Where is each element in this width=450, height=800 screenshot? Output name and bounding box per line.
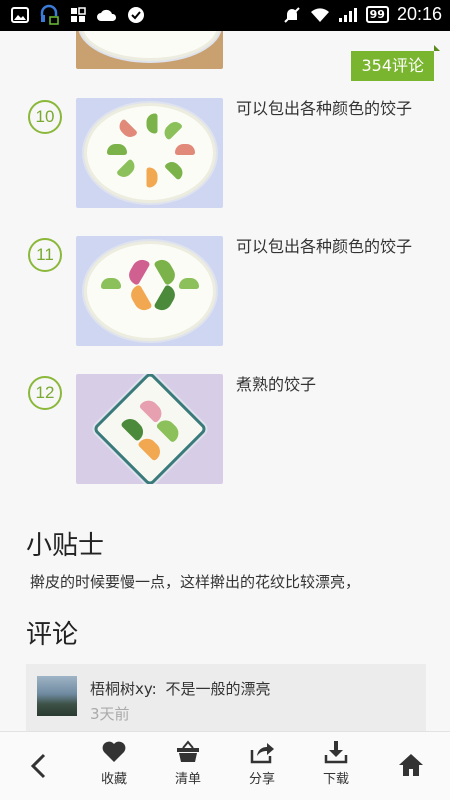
dumpling [155,416,183,444]
step-number: 11 [28,238,62,272]
comment-item[interactable]: 梧桐树xy: 不是一般的漂亮 3天前 [26,664,426,731]
dumpling [100,278,121,289]
comment-text: 不是一般的漂亮 [165,680,271,698]
dumpling [124,256,151,286]
comment-time: 3天前 [90,705,130,723]
dumpling [106,144,127,155]
dumpling [146,113,157,134]
recipe-content[interactable]: 354评论 10 可以包出各种颜色的饺子 11 可以包出各种颜色的饺子 12 煮… [0,31,450,731]
tips-title: 小贴士 [26,531,105,561]
bottom-toolbar: 收藏 清单 分享 下载 [0,731,450,800]
dumpling [160,118,183,141]
headset-notification-icon [39,4,59,25]
step-10-image[interactable] [76,98,223,208]
back-button[interactable] [14,752,64,780]
dumpling [152,284,179,314]
step-description: 可以包出各种颜色的饺子 [236,237,413,256]
status-time: 20:16 [396,4,442,24]
check-circle-icon [126,5,146,25]
dumpling [174,144,195,155]
dumpling [126,284,153,314]
dumpling [138,396,166,424]
wifi-icon [310,5,330,25]
comment-username[interactable]: 梧桐树xy: [90,680,157,698]
tips-text: 擀皮的时候要慢一点，这样擀出的花纹比较漂亮， [30,573,361,591]
favorite-label: 收藏 [100,772,127,787]
list-button[interactable]: 清单 [163,740,213,787]
dumpling [136,434,164,462]
home-button[interactable] [386,752,436,778]
step-description: 煮熟的饺子 [236,375,317,394]
step-12-image[interactable] [76,374,223,484]
comments-title: 评论 [26,620,79,650]
heart-icon [102,741,126,762]
battery-indicator: 99 [365,6,389,23]
home-icon [399,754,423,776]
step-11-image[interactable] [76,236,223,346]
share-label: 分享 [248,772,275,787]
step-9-image [76,31,223,69]
download-label: 下载 [322,772,349,787]
signal-icon [338,5,358,25]
comment-line: 梧桐树xy: 不是一般的漂亮 [90,678,271,699]
step-number: 10 [28,100,62,134]
step-number: 12 [28,376,62,410]
apps-notification-icon [68,5,88,25]
download-button[interactable]: 下载 [311,740,361,787]
dumpling [115,158,138,181]
image-notification-icon [10,5,30,25]
list-label: 清单 [174,772,201,787]
share-button[interactable]: 分享 [237,740,287,787]
weather-cloud-icon [97,5,117,25]
basket-icon [177,740,199,762]
comments-count-badge[interactable]: 354评论 [351,45,440,81]
dumpling [115,118,138,141]
download-icon [324,741,348,764]
share-icon [250,743,274,764]
dumpling [178,278,199,289]
mute-icon [282,5,302,25]
dumpling [146,167,157,188]
status-bar: 99 20:16 [0,0,450,31]
favorite-button[interactable]: 收藏 [89,740,139,787]
dumpling [119,414,147,442]
dumpling [163,158,186,181]
back-arrow-icon [30,753,46,779]
step-description: 可以包出各种颜色的饺子 [236,99,413,118]
dumpling [152,256,179,286]
avatar[interactable] [37,676,77,716]
